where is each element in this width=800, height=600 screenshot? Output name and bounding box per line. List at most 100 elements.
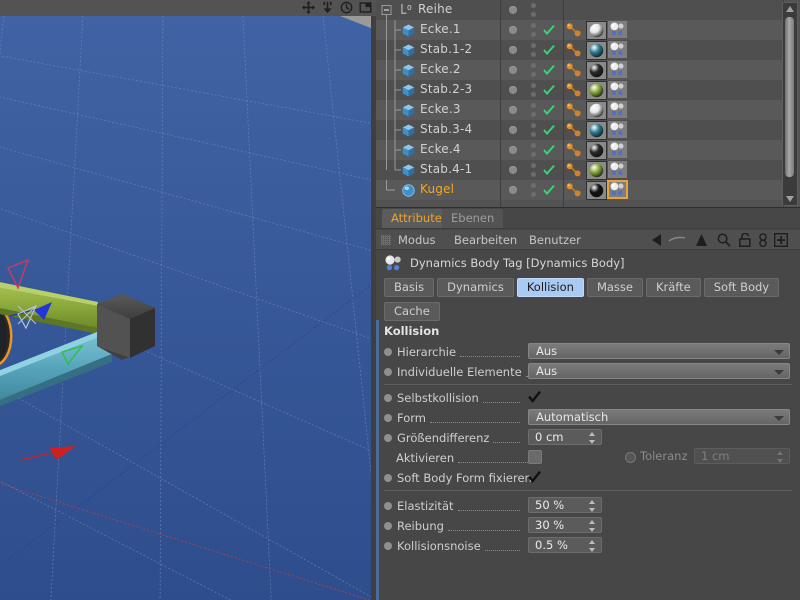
material-tag-icon[interactable] — [586, 21, 607, 40]
scroll-up-arrow-icon[interactable] — [783, 3, 797, 15]
visibility-editor-dot-icon[interactable] — [509, 46, 517, 54]
kollisionsnoise-field[interactable]: 0.5 % — [528, 537, 602, 553]
visibility-toggle-dots-icon[interactable] — [531, 163, 536, 177]
dynamics-connector-tag-icon[interactable] — [566, 42, 582, 58]
visibility-editor-dot-icon[interactable] — [509, 26, 517, 34]
dynamics-body-tag-icon[interactable] — [608, 41, 627, 58]
enable-check-icon[interactable] — [543, 184, 555, 196]
object-row-tags-cell[interactable] — [564, 160, 784, 180]
visibility-editor-dot-icon[interactable] — [509, 86, 517, 94]
object-row-visibility-cell[interactable] — [501, 180, 563, 200]
reibung-bullet-icon[interactable] — [384, 522, 392, 530]
visibility-toggle-dots-icon[interactable] — [531, 103, 536, 117]
dynamics-body-tag-icon[interactable] — [608, 21, 627, 38]
dynamics-body-tag-icon[interactable] — [608, 181, 627, 198]
attr-tab-kollision[interactable]: Kollision — [517, 278, 584, 297]
object-row-visibility-cell[interactable] — [501, 40, 563, 60]
individuelle-elemente-bullet-icon[interactable] — [384, 368, 392, 376]
material-tag-icon[interactable] — [586, 161, 607, 180]
attr-tab-soft-body[interactable]: Soft Body — [704, 278, 779, 297]
aktivieren-checkbox[interactable] — [528, 450, 542, 464]
individuelle-elemente-dropdown[interactable]: Aus — [528, 363, 790, 379]
attr-tab-kräfte[interactable]: Kräfte — [646, 278, 701, 297]
visibility-toggle-dots-icon[interactable] — [531, 43, 536, 57]
object-row-name-cell[interactable]: Stab.2-3 — [376, 80, 500, 100]
visibility-toggle-dots-icon[interactable] — [531, 123, 536, 137]
tab-attribute[interactable]: Attribute — [382, 209, 451, 228]
object-row-visibility-cell[interactable] — [501, 20, 563, 40]
object-row-tags-cell[interactable] — [564, 60, 784, 80]
enable-check-icon[interactable] — [543, 124, 555, 136]
visibility-editor-dot-icon[interactable] — [509, 166, 517, 174]
enable-check-icon[interactable] — [543, 64, 555, 76]
tab-ebenen[interactable]: Ebenen — [442, 209, 503, 228]
maximize-view-icon[interactable] — [359, 1, 372, 14]
pin-icon[interactable] — [758, 233, 768, 247]
visibility-editor-dot-icon[interactable] — [509, 66, 517, 74]
stepper-icon[interactable] — [588, 500, 595, 512]
enable-check-icon[interactable] — [543, 104, 555, 116]
object-row-name-cell[interactable]: Ecke.4 — [376, 140, 500, 160]
scroll-down-arrow-icon[interactable] — [783, 193, 797, 205]
object-manager[interactable]: 0 Reihe Ecke.1 — [376, 0, 800, 208]
menu-bearbeiten[interactable]: Bearbeiten — [454, 230, 517, 250]
object-row-ecke-4[interactable]: Ecke.4 — [376, 140, 784, 160]
object-row-name-cell[interactable]: Ecke.1 — [376, 20, 500, 40]
visibility-editor-dot-icon[interactable] — [509, 106, 517, 114]
object-row-tags-cell[interactable] — [564, 140, 784, 160]
material-tag-icon[interactable] — [586, 181, 607, 200]
visibility-editor-dot-icon[interactable] — [509, 146, 517, 154]
visibility-toggle-dots-icon[interactable] — [531, 23, 536, 37]
search-icon[interactable] — [717, 233, 731, 247]
object-row-tags-cell[interactable] — [564, 40, 784, 60]
material-tag-icon[interactable] — [586, 141, 607, 160]
object-row-ecke-2[interactable]: Ecke.2 — [376, 60, 784, 80]
object-row-visibility-cell[interactable] — [501, 160, 563, 180]
stepper-icon[interactable] — [588, 432, 595, 444]
selbstkollision-checkbox[interactable] — [528, 390, 541, 403]
object-manager-scrollbar[interactable] — [782, 2, 798, 206]
material-tag-icon[interactable] — [586, 81, 607, 100]
dynamics-connector-tag-icon[interactable] — [566, 82, 582, 98]
object-row-tags-cell[interactable] — [564, 120, 784, 140]
material-tag-icon[interactable] — [586, 101, 607, 120]
dynamics-body-tag-icon[interactable] — [608, 121, 627, 138]
hierarchie-dropdown[interactable]: Aus — [528, 343, 790, 359]
dynamics-body-tag-icon[interactable] — [608, 101, 627, 118]
viewport-scene[interactable] — [0, 16, 376, 600]
visibility-editor-dot-icon[interactable] — [509, 186, 517, 194]
dynamics-connector-tag-icon[interactable] — [566, 62, 582, 78]
visibility-toggle-dots-icon[interactable] — [531, 143, 536, 157]
add-box-icon[interactable] — [774, 233, 788, 247]
visibility-editor-dot-icon[interactable] — [509, 6, 517, 14]
object-row-name-cell[interactable]: Stab.3-4 — [376, 120, 500, 140]
stepper-icon[interactable] — [588, 520, 595, 532]
object-row-tags-cell[interactable] — [564, 180, 784, 200]
object-row-name-cell[interactable]: Ecke.2 — [376, 60, 500, 80]
enable-check-icon[interactable] — [543, 44, 555, 56]
object-row-tags-cell[interactable] — [564, 0, 784, 20]
object-row-visibility-cell[interactable] — [501, 80, 563, 100]
up-arrow-icon[interactable] — [695, 234, 708, 248]
object-row-stab-1-2[interactable]: Stab.1-2 — [376, 40, 784, 60]
elastizitaet-field[interactable]: 50 % — [528, 497, 602, 513]
dynamics-connector-tag-icon[interactable] — [566, 22, 582, 38]
scroll-thumb[interactable] — [785, 17, 794, 177]
dynamics-connector-tag-icon[interactable] — [566, 162, 582, 178]
attr-tab-cache[interactable]: Cache — [384, 302, 440, 321]
attribute-tab-row-2[interactable]: Cache — [376, 300, 800, 321]
object-row-name-cell[interactable]: Kugel — [376, 180, 500, 200]
back-arrow-icon[interactable] — [652, 234, 668, 248]
kollisionsnoise-bullet-icon[interactable] — [384, 542, 392, 550]
object-row-stab-2-3[interactable]: Stab.2-3 — [376, 80, 784, 100]
form-bullet-icon[interactable] — [384, 414, 392, 422]
object-row-stab-3-4[interactable]: Stab.3-4 — [376, 120, 784, 140]
object-row-kugel[interactable]: Kugel — [376, 180, 784, 200]
object-row-visibility-cell[interactable] — [501, 140, 563, 160]
enable-check-icon[interactable] — [543, 164, 555, 176]
visibility-toggle-dots-icon[interactable] — [531, 3, 536, 17]
object-row-name-cell[interactable]: Stab.1-2 — [376, 40, 500, 60]
attribute-tab-row-1[interactable]: BasisDynamicsKollisionMasseKräfteSoft Bo… — [376, 276, 800, 297]
attribute-tabs[interactable]: BasisDynamicsKollisionMasseKräfteSoft Bo… — [376, 276, 800, 321]
object-manager-list[interactable]: 0 Reihe Ecke.1 — [376, 0, 784, 206]
